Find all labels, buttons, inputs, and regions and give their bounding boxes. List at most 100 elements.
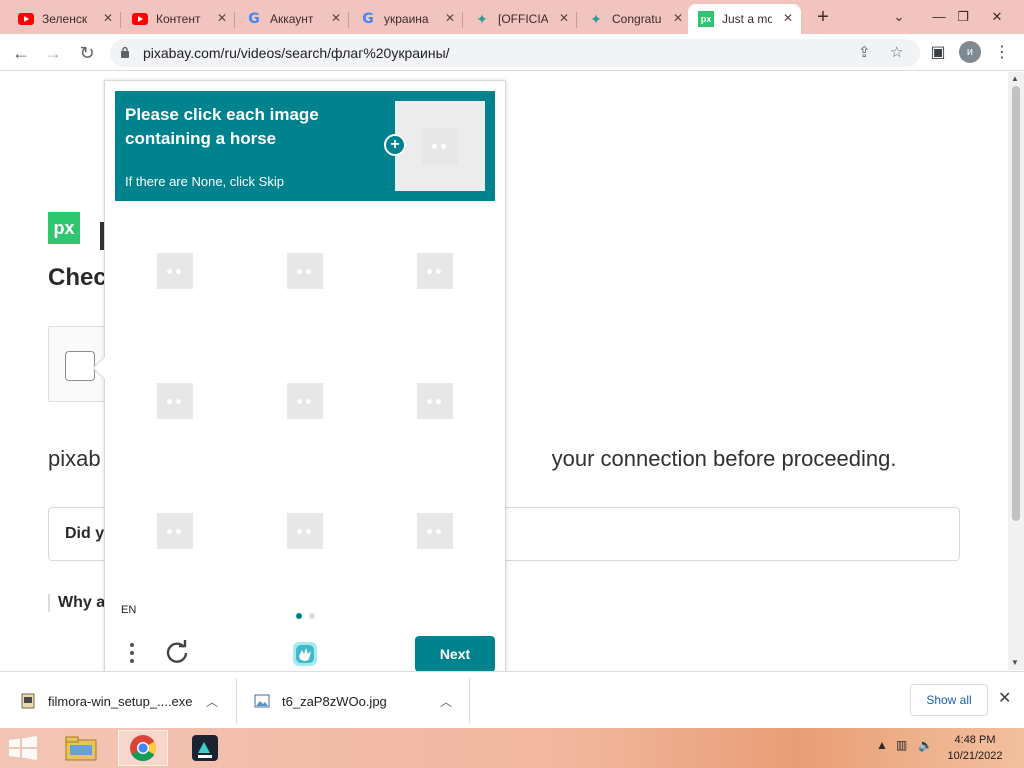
tab-7-active[interactable]: px Just a mo ✕ <box>688 4 801 34</box>
image-file-icon <box>254 694 270 708</box>
hcaptcha-logo-icon <box>293 642 317 666</box>
network-icon[interactable]: ▥ <box>896 738 907 752</box>
pixabay-icon: px <box>698 11 714 27</box>
tab-strip: Зеленск ✕ Контент ✕ G Аккаунт ✕ G украин… <box>0 0 1024 34</box>
volume-icon[interactable]: 🔈 <box>918 738 933 752</box>
download-item-2[interactable]: t6_zaP8zWOo.jpg ︿ <box>254 680 464 722</box>
verify-checkbox[interactable] <box>65 351 95 381</box>
why-text: Why a <box>48 594 105 612</box>
taskbar: ▲ ▥ 🔈 4:48 PM 10/21/2022 <box>0 728 1024 768</box>
google-icon: G <box>362 11 374 27</box>
tab-title: Just a mo <box>722 12 772 26</box>
tab-6[interactable]: ✦ Congratu ✕ <box>578 4 691 34</box>
tab-2[interactable]: Контент ✕ <box>122 4 235 34</box>
bookmark-star-icon[interactable]: ☆ <box>890 43 903 61</box>
scroll-up-icon[interactable]: ▲ <box>1011 74 1019 83</box>
captcha-subtitle: If there are None, click Skip <box>125 174 284 189</box>
more-menu-icon[interactable]: ⋮ <box>990 41 1014 65</box>
chevron-up-icon[interactable]: ︿ <box>440 693 452 710</box>
side-panel-icon[interactable]: ▣ <box>926 41 950 65</box>
description-start: pixab <box>48 446 101 471</box>
tab-4[interactable]: G украина ✕ <box>350 4 463 34</box>
captcha-image-cell[interactable] <box>157 513 193 549</box>
youtube-icon <box>18 11 34 27</box>
chrome-taskbar-icon[interactable] <box>118 730 168 766</box>
download-item-1[interactable]: filmora-win_setup_....exe ︿ <box>20 680 230 722</box>
plus-icon[interactable]: + <box>384 134 406 156</box>
menu-dots-icon[interactable] <box>127 643 137 667</box>
close-icon[interactable]: ✕ <box>559 11 569 25</box>
refresh-icon[interactable] <box>163 638 191 666</box>
captcha-image-cell[interactable] <box>417 513 453 549</box>
close-icon[interactable]: ✕ <box>673 11 683 25</box>
show-all-button[interactable]: Show all <box>910 684 988 716</box>
lock-icon <box>121 46 129 58</box>
tab-search-chevron-icon[interactable]: ⌄ <box>882 0 916 34</box>
youtube-icon <box>132 11 148 27</box>
close-icon[interactable]: ✕ <box>331 11 341 25</box>
captcha-challenge: Please click each image containing a hor… <box>104 80 506 680</box>
tab-title: украина <box>384 12 429 26</box>
scroll-thumb[interactable] <box>1012 86 1020 521</box>
window-close-icon[interactable]: ✕ <box>980 0 1014 34</box>
captcha-image-cell[interactable] <box>157 383 193 419</box>
tab-title: Зеленск <box>42 12 88 26</box>
system-clock[interactable]: 4:48 PM 10/21/2022 <box>936 732 1014 764</box>
new-tab-button[interactable]: + <box>811 5 835 29</box>
tab-title: Контент <box>156 12 201 26</box>
url-text: pixabay.com/ru/videos/search/флаг%20укра… <box>143 45 450 61</box>
close-icon[interactable]: ✕ <box>103 11 113 25</box>
language-selector[interactable]: EN <box>121 604 136 616</box>
download-filename: filmora-win_setup_....exe <box>48 693 193 709</box>
star-icon: ✦ <box>590 10 602 27</box>
page-indicator-active <box>296 613 302 619</box>
example-image <box>395 101 485 191</box>
browser-toolbar: ← → ↻ pixabay.com/ru/videos/search/флаг%… <box>0 34 1024 71</box>
reload-icon[interactable]: ↻ <box>74 40 100 66</box>
tab-title: Аккаунт <box>270 12 314 26</box>
description-tail: your connection before proceeding. <box>551 446 897 471</box>
page-indicator <box>309 613 315 619</box>
address-bar[interactable]: pixabay.com/ru/videos/search/флаг%20укра… <box>110 39 920 67</box>
tab-1[interactable]: Зеленск ✕ <box>8 4 121 34</box>
close-icon[interactable]: ✕ <box>217 11 227 25</box>
close-icon[interactable]: ✕ <box>783 11 793 25</box>
captcha-image-cell[interactable] <box>287 383 323 419</box>
clock-date: 10/21/2022 <box>947 750 1003 762</box>
tab-title: Congratu <box>612 12 662 26</box>
captcha-image-cell[interactable] <box>287 253 323 289</box>
captcha-image-cell[interactable] <box>417 253 453 289</box>
next-button[interactable]: Next <box>415 636 495 672</box>
captcha-image-cell[interactable] <box>417 383 453 419</box>
forward-icon[interactable]: → <box>40 40 66 66</box>
tab-5[interactable]: ✦ [OFFICIA ✕ <box>464 4 577 34</box>
restore-icon[interactable]: ❐ <box>946 0 980 34</box>
back-icon[interactable]: ← <box>8 40 34 66</box>
tab-3[interactable]: G Аккаунт ✕ <box>236 4 349 34</box>
scroll-down-icon[interactable]: ▼ <box>1011 658 1019 667</box>
captcha-image-cell[interactable] <box>287 513 323 549</box>
pixabay-logo: px <box>48 212 80 244</box>
captcha-title: Please click each image containing a hor… <box>125 105 319 148</box>
star-icon: ✦ <box>476 10 488 27</box>
profile-avatar[interactable]: и <box>959 41 981 63</box>
windows-start-icon[interactable] <box>8 736 38 760</box>
filmora-taskbar-icon[interactable] <box>180 730 230 766</box>
google-icon: G <box>248 11 260 27</box>
page-scrollbar[interactable]: ▲ ▼ <box>1008 72 1024 670</box>
chevron-up-icon[interactable]: ︿ <box>206 693 218 710</box>
tab-title: [OFFICIA <box>498 12 548 26</box>
captcha-image-cell[interactable] <box>157 253 193 289</box>
captcha-prompt: Please click each image containing a hor… <box>115 91 495 201</box>
downloads-bar: filmora-win_setup_....exe ︿ t6_zaP8zWOo.… <box>0 671 1024 728</box>
exe-file-icon <box>21 693 35 709</box>
clock-time: 4:48 PM <box>954 734 996 746</box>
close-icon[interactable]: ✕ <box>445 11 455 25</box>
show-hidden-icons-icon[interactable]: ▲ <box>876 738 888 752</box>
divider <box>236 678 237 724</box>
file-explorer-icon[interactable] <box>56 730 106 766</box>
close-icon[interactable]: ✕ <box>998 688 1011 708</box>
divider <box>469 678 470 724</box>
share-icon[interactable]: ⇪ <box>858 43 871 61</box>
download-filename: t6_zaP8zWOo.jpg <box>282 693 387 709</box>
